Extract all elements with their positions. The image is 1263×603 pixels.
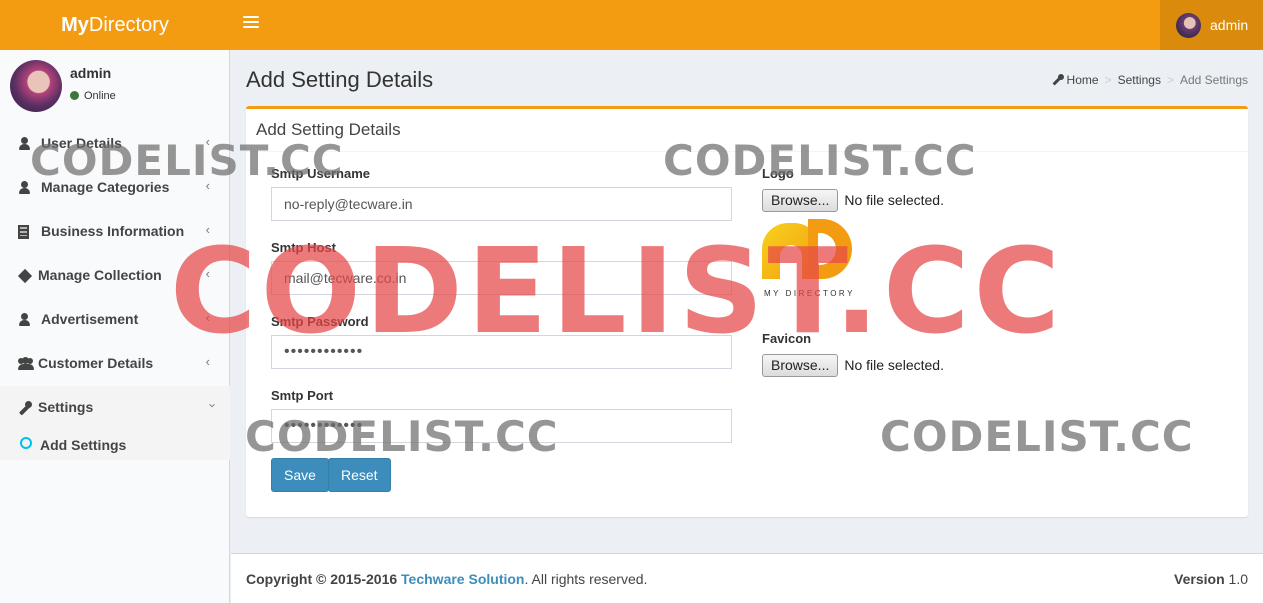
reset-button[interactable]: Reset [328,458,391,492]
sidebar-item-label: User Details [41,135,122,151]
sidebar: admin Online User Details ‹ Manage Categ… [0,50,230,603]
box-title: Add Setting Details [256,120,401,139]
breadcrumb-settings[interactable]: Settings [1118,73,1161,87]
sidebar-user-name: admin [70,65,112,81]
sidebar-subitem-add-settings[interactable]: Add Settings [0,430,230,460]
cube-icon [15,266,35,286]
logo-file-input: Browse... No file selected. [762,189,944,212]
settings-form-box: Add Setting Details Smtp Username Smtp H… [246,106,1248,517]
brand-bold: My [61,14,89,36]
page-title: Add Setting Details [246,67,434,92]
logo-file-status: No file selected. [844,192,944,208]
user-status: Online [70,90,116,102]
smtp-password-label: Smtp Password [271,314,369,329]
smtp-username-label: Smtp Username [271,166,370,181]
navbar-avatar [1176,13,1201,38]
sidebar-item-label: Customer Details [38,355,154,371]
building-icon [18,225,29,239]
favicon-file-input: Browse... No file selected. [762,354,944,377]
user-panel: admin Online [0,50,230,118]
sidebar-toggle-icon[interactable] [243,16,259,32]
online-dot-icon [70,91,79,100]
chevron-left-icon: ‹ [205,266,210,281]
sidebar-item-label: Manage Categories [41,179,170,195]
avatar [10,60,62,112]
sidebar-item-label: Manage Collection [38,267,162,283]
breadcrumb-current: Add Settings [1179,73,1248,87]
logo-label: Logo [762,166,794,181]
sidebar-item-customer-details[interactable]: Customer Details ‹ [0,342,230,386]
top-navbar: MyDirectory admin [0,0,1263,50]
version: Version 1.0 [1174,571,1248,587]
sidebar-item-label: Business Information [41,223,185,239]
footer: Copyright © 2015-2016 Techware Solution.… [231,553,1263,603]
wrench-icon [18,401,32,416]
sidebar-item-manage-collection[interactable]: Manage Collection ‹ [0,254,230,298]
box-divider [246,151,1248,152]
smtp-port-input[interactable] [271,409,732,443]
sidebar-menu: User Details ‹ Manage Categories ‹ Busin… [0,122,230,460]
smtp-host-input[interactable] [271,261,732,295]
smtp-port-label: Smtp Port [271,388,334,403]
chevron-left-icon: ‹ [205,178,210,193]
sidebar-item-manage-categories[interactable]: Manage Categories ‹ [0,166,230,210]
version-label: Version [1174,571,1225,587]
chevron-left-icon: ‹ [205,310,210,325]
save-button[interactable]: Save [271,458,329,492]
users-icon [18,357,34,371]
sidebar-item-user-details[interactable]: User Details ‹ [0,122,230,166]
smtp-username-input[interactable] [271,187,732,221]
status-text: Online [84,90,116,102]
user-icon [18,313,32,327]
logo-preview-text: MY DIRECTORY [764,289,855,298]
copyright-suffix: . All rights reserved. [524,571,648,587]
sidebar-item-advertisement[interactable]: Advertisement ‹ [0,298,230,342]
sidebar-item-business-information[interactable]: Business Information ‹ [0,210,230,254]
company-link[interactable]: Techware Solution [401,571,524,587]
copyright: Copyright © 2015-2016 Techware Solution.… [246,571,647,587]
content-wrapper: Add Setting Details Home > Settings > Add Se… [231,50,1263,553]
brand-rest: Directory [88,14,169,36]
navbar-user-name: admin [1210,17,1249,33]
circle-icon [20,437,32,449]
user-icon [18,137,32,151]
smtp-host-label: Smtp Host [271,240,336,255]
chevron-left-icon: ‹ [205,222,210,237]
logo-preview: MY DIRECTORY [762,215,862,307]
user-menu[interactable]: admin [1160,0,1263,50]
sidebar-item-label: Settings [38,399,94,415]
favicon-label: Favicon [762,331,812,346]
chevron-left-icon: ‹ [205,134,210,149]
wrench-icon [1052,74,1064,86]
sidebar-item-label: Advertisement [41,311,139,327]
sidebar-subitem-label: Add Settings [40,437,127,453]
version-value: 1.0 [1228,571,1248,587]
chevron-left-icon: ‹ [205,354,210,369]
chevron-down-icon: ‹ [203,403,219,408]
favicon-browse-button[interactable]: Browse... [762,354,839,377]
logo-browse-button[interactable]: Browse... [762,189,839,212]
favicon-file-status: No file selected. [844,357,944,373]
breadcrumb-home[interactable]: Home [1067,73,1099,87]
sidebar-item-settings[interactable]: Settings ‹ [0,386,230,430]
smtp-password-input[interactable] [271,335,732,369]
breadcrumb: Home > Settings > Add Settings [1052,73,1248,87]
user-icon [18,181,32,195]
app-logo[interactable]: MyDirectory [0,0,230,50]
copyright-prefix: Copyright © 2015-2016 [246,571,398,587]
